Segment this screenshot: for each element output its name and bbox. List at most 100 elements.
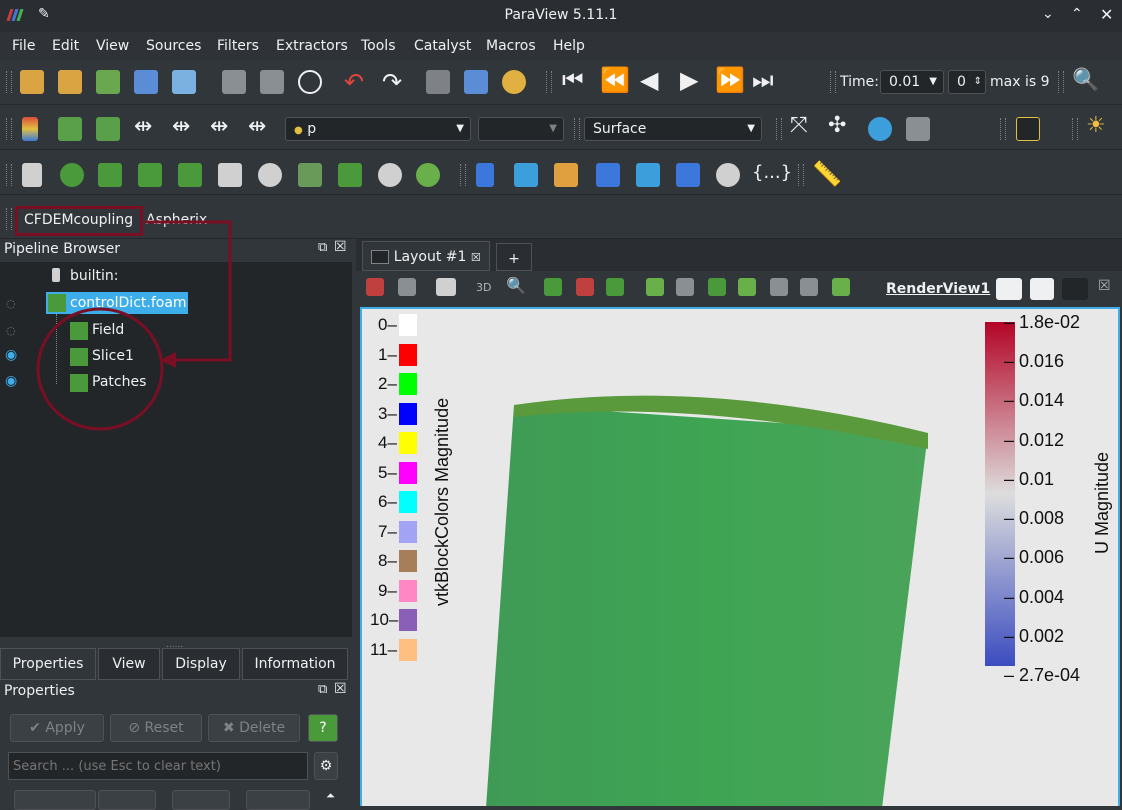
redo-icon[interactable]: ↷	[382, 68, 402, 96]
toolbar-grip[interactable]	[574, 118, 580, 140]
last-frame-icon[interactable]: ⏭	[752, 66, 774, 94]
block-legend-label: 7–	[378, 521, 397, 541]
delete-icon: ✖	[222, 720, 240, 736]
maximize-view-icon[interactable]	[1062, 278, 1088, 300]
split-horizontal-icon[interactable]	[366, 278, 384, 296]
close-tab-icon[interactable]: ☒	[471, 251, 481, 264]
extract-level-icon[interactable]	[416, 163, 440, 187]
toolbar-grip[interactable]	[1000, 118, 1006, 140]
screenshot-icon[interactable]	[436, 278, 456, 296]
properties-search-input[interactable]	[8, 752, 308, 780]
play-icon[interactable]: ▶	[680, 66, 698, 94]
split-horizontal-view-icon[interactable]	[996, 278, 1022, 300]
plot-over-line-icon[interactable]	[476, 163, 494, 187]
select-points-on-icon[interactable]	[576, 278, 594, 296]
block-legend-swatch	[399, 432, 417, 454]
clear-selection-icon[interactable]	[832, 278, 850, 296]
play-backward-icon[interactable]: ◀	[640, 66, 658, 94]
grow-selection-icon[interactable]	[770, 278, 788, 296]
layout-tab-1[interactable]: Layout #1 ☒	[362, 241, 490, 271]
interactive-select-icon[interactable]	[708, 278, 726, 296]
camera-zoom-icon[interactable]: 🔍	[506, 276, 526, 295]
help-button[interactable]: ?	[308, 714, 338, 742]
apply-button[interactable]: ✔ Apply	[10, 714, 104, 742]
toolbar-grip[interactable]	[460, 164, 466, 186]
block-legend-swatch	[399, 609, 417, 631]
interaction-mode-icon[interactable]	[868, 117, 892, 141]
previous-frame-icon[interactable]: ⏪	[600, 66, 630, 94]
toolbar-grip[interactable]	[546, 71, 552, 93]
next-frame-icon[interactable]: ⏩	[715, 66, 745, 94]
advanced-properties-gear-icon[interactable]: ⚙	[314, 752, 338, 780]
minimize-icon[interactable]: ⌄	[1042, 6, 1054, 22]
shrink-selection-icon[interactable]	[800, 278, 818, 296]
plot-data-icon[interactable]	[596, 163, 620, 187]
tab-view[interactable]: View	[98, 648, 160, 680]
tab-properties[interactable]: Properties	[0, 648, 96, 680]
copy-properties-button[interactable]	[14, 790, 96, 810]
apply-icon: ✔	[29, 720, 46, 736]
block-legend-swatch	[399, 343, 417, 366]
python-calculator-icon[interactable]: {...}	[752, 162, 792, 183]
plot-over-time-icon[interactable]	[676, 163, 700, 187]
select-cells-on-icon[interactable]	[544, 278, 562, 296]
color-palette-icon[interactable]	[502, 70, 526, 94]
render-view-name[interactable]: RenderView1	[886, 281, 990, 297]
find-data-icon[interactable]	[464, 70, 488, 94]
probe-icon[interactable]	[514, 163, 538, 187]
tetrahedralize-icon[interactable]	[716, 163, 740, 187]
scroll-up-icon[interactable]: ⏶	[326, 789, 335, 803]
add-layout-button[interactable]: +	[496, 243, 532, 271]
close-view-icon[interactable]: ☒	[1098, 278, 1111, 294]
reset-camera-icon[interactable]: ⤧	[790, 113, 808, 138]
toolbar-grip[interactable]	[776, 118, 782, 140]
ruler-icon[interactable]: 📏	[812, 160, 842, 188]
save-defaults-button[interactable]	[246, 790, 310, 810]
toolbar-grip[interactable]	[830, 71, 836, 93]
select-polygon-icon[interactable]	[646, 278, 664, 296]
block-legend-label: 0–	[378, 315, 397, 334]
close-panel-icon[interactable]: ☒	[334, 681, 347, 697]
reset-camera-closest-icon[interactable]: ✣	[828, 113, 846, 138]
time-value-combo[interactable]: 0.01 ▼	[880, 70, 944, 94]
center-axes-icon[interactable]	[906, 117, 930, 141]
select-points-polygon-icon[interactable]	[676, 278, 694, 296]
time-index-spinbox[interactable]: 0 ⇕	[948, 70, 986, 94]
histogram-icon[interactable]	[554, 163, 578, 187]
hover-cells-icon[interactable]	[738, 278, 756, 296]
representation-combo[interactable]: Surface ▼	[584, 117, 762, 141]
group-datasets-icon[interactable]	[378, 163, 402, 187]
block-legend-label: 4–	[378, 433, 397, 452]
tab-display[interactable]: Display	[162, 648, 240, 680]
float-panel-icon[interactable]: ⧉	[318, 682, 327, 697]
restore-defaults-button[interactable]	[172, 790, 230, 810]
zoom-to-data-icon[interactable]: 🔍	[1072, 68, 1099, 93]
python-shell-icon[interactable]	[1016, 117, 1040, 141]
menu-macros[interactable]: Macros	[486, 38, 536, 54]
reset-button[interactable]: ⊘ Reset	[110, 714, 202, 742]
capture-selection-icon[interactable]	[398, 278, 416, 296]
delete-button[interactable]: ✖ Delete	[208, 714, 300, 742]
component-combo[interactable]: ▼	[478, 117, 564, 141]
light-bulb-icon[interactable]: ☀	[1086, 113, 1106, 138]
block-legend-title: vtkBlockColors Magnitude	[432, 397, 452, 606]
maximize-icon[interactable]: ⌃	[1071, 6, 1083, 22]
color-bar-tick-label: – 0.012	[1004, 429, 1065, 450]
tab-information[interactable]: Information	[242, 648, 348, 680]
block-legend-label: 9–	[378, 580, 397, 600]
close-icon[interactable]: ✕	[1100, 5, 1113, 24]
split-vertical-view-icon[interactable]	[1030, 278, 1054, 300]
menu-catalyst[interactable]: Catalyst	[414, 38, 471, 54]
plot-selection-icon[interactable]	[636, 163, 660, 187]
select-cells-through-icon[interactable]	[606, 278, 624, 296]
menu-help[interactable]: Help	[553, 38, 585, 54]
camera-undo-icon[interactable]	[426, 70, 450, 94]
block-legend-label: 1–	[378, 344, 397, 364]
toolbar-grip[interactable]	[798, 164, 804, 186]
paste-properties-button[interactable]	[98, 790, 156, 810]
toggle-3d-button[interactable]: 3D	[476, 281, 491, 294]
toolbar-grip[interactable]	[1072, 118, 1078, 140]
toolbar-grip[interactable]	[1058, 71, 1064, 93]
menu-tools[interactable]: Tools	[361, 38, 396, 54]
first-frame-icon[interactable]: ⏮	[562, 66, 584, 94]
